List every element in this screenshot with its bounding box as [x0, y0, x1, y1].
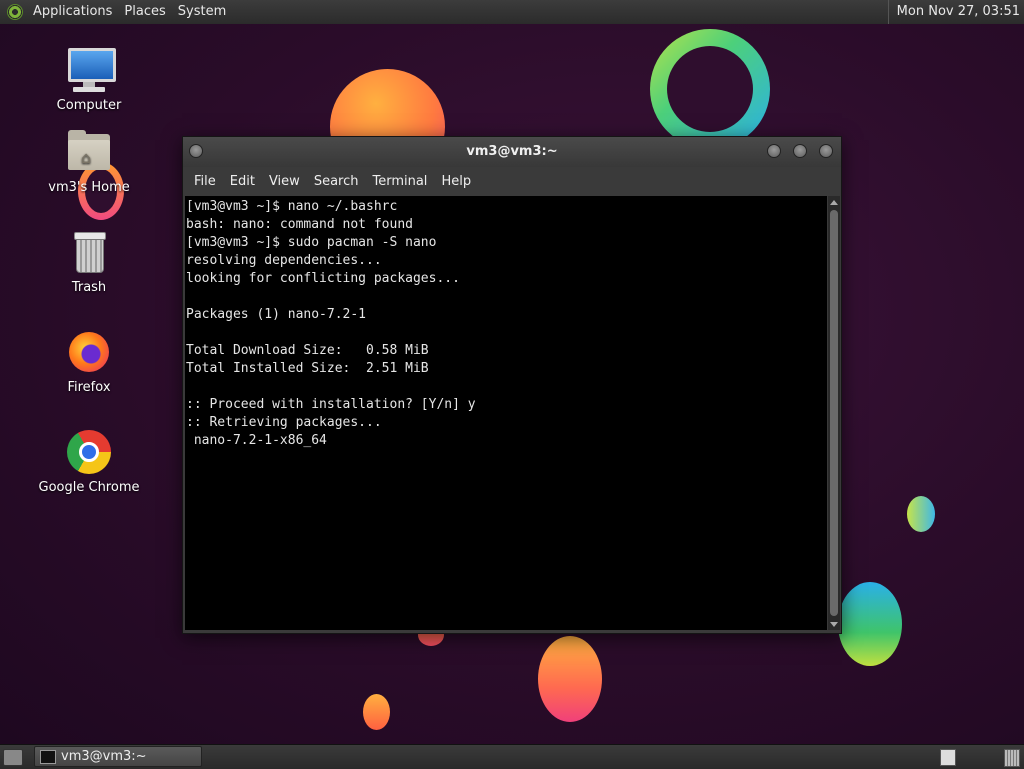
trash-icon — [65, 228, 113, 276]
terminal-icon — [40, 750, 56, 764]
trash-applet-icon[interactable] — [1004, 749, 1020, 767]
menu-view[interactable]: View — [262, 174, 307, 189]
bottom-panel: vm3@vm3:~ — [0, 744, 1024, 769]
terminal-line: looking for conflicting packages... — [186, 271, 460, 286]
applications-logo-icon[interactable] — [7, 4, 23, 20]
wallpaper-shape — [538, 636, 602, 722]
terminal-output[interactable]: [vm3@vm3 ~]$ nano ~/.bashrc bash: nano: c… — [185, 196, 827, 630]
maximize-button[interactable] — [793, 144, 807, 158]
applications-menu[interactable]: Applications — [27, 0, 118, 24]
menu-search[interactable]: Search — [307, 174, 366, 189]
desktop-icon-label: Trash — [71, 280, 107, 295]
desktop-icon-label: vm3's Home — [48, 180, 130, 195]
taskbar-item-label: vm3@vm3:~ — [61, 749, 147, 764]
desktop-icon-label: Firefox — [67, 380, 111, 395]
scrollbar-thumb[interactable] — [830, 210, 838, 616]
scroll-up-icon[interactable] — [830, 200, 838, 205]
terminal-line: resolving dependencies... — [186, 253, 382, 268]
terminal-line: Packages (1) nano-7.2-1 — [186, 307, 367, 322]
wallpaper-ring — [650, 29, 770, 149]
menu-help[interactable]: Help — [434, 174, 478, 189]
terminal-scrollbar[interactable] — [828, 196, 840, 630]
wallpaper-shape — [363, 694, 390, 730]
taskbar-item-terminal[interactable]: vm3@vm3:~ — [34, 746, 202, 767]
close-button[interactable] — [819, 144, 833, 158]
terminal-line: bash: nano: command not found — [186, 217, 413, 232]
clock[interactable]: Mon Nov 27, 03:51 — [887, 0, 1024, 24]
window-title: vm3@vm3:~ — [466, 144, 558, 159]
desktop-icon-chrome[interactable]: Google Chrome — [34, 428, 144, 495]
system-menu[interactable]: System — [172, 0, 232, 24]
menu-terminal[interactable]: Terminal — [365, 174, 434, 189]
desktop-icon-computer[interactable]: Computer — [34, 46, 144, 113]
scroll-down-icon[interactable] — [830, 622, 838, 627]
terminal-menubar: File Edit View Search Terminal Help — [183, 167, 841, 195]
home-folder-icon: ⌂ — [65, 128, 113, 176]
desktop-icon-label: Google Chrome — [38, 480, 140, 495]
workspace-switcher[interactable] — [940, 749, 956, 766]
wallpaper-shape — [838, 582, 902, 666]
places-menu[interactable]: Places — [118, 0, 171, 24]
top-panel: Applications Places System Mon Nov 27, 0… — [0, 0, 1024, 25]
show-desktop-icon[interactable] — [3, 749, 23, 766]
computer-icon — [65, 46, 116, 94]
terminal-line: [vm3@vm3 ~]$ nano ~/.bashrc — [186, 199, 398, 214]
window-titlebar[interactable]: vm3@vm3:~ — [183, 137, 841, 167]
terminal-line: Total Installed Size: 2.51 MiB — [186, 361, 429, 376]
desktop-icon-label: Computer — [56, 98, 122, 113]
terminal-window[interactable]: vm3@vm3:~ File Edit View Search Terminal… — [182, 136, 842, 634]
minimize-button[interactable] — [767, 144, 781, 158]
firefox-icon — [65, 328, 113, 376]
chrome-icon — [65, 428, 113, 476]
terminal-line: [vm3@vm3 ~]$ sudo pacman -S nano — [186, 235, 437, 250]
terminal-line: nano-7.2-1-x86_64 — [186, 433, 327, 448]
terminal-line: :: Proceed with installation? [Y/n] y — [186, 397, 476, 412]
desktop-icon-firefox[interactable]: Firefox — [34, 328, 144, 395]
terminal-line: Total Download Size: 0.58 MiB — [186, 343, 429, 358]
wallpaper-shape — [907, 496, 935, 532]
terminal-line: :: Retrieving packages... — [186, 415, 382, 430]
menu-file[interactable]: File — [187, 174, 223, 189]
window-menu-button[interactable] — [189, 144, 203, 158]
desktop-icon-home[interactable]: ⌂ vm3's Home — [34, 128, 144, 195]
panel-menu: Applications Places System — [0, 0, 232, 24]
desktop-icon-trash[interactable]: Trash — [34, 228, 144, 295]
menu-edit[interactable]: Edit — [223, 174, 262, 189]
